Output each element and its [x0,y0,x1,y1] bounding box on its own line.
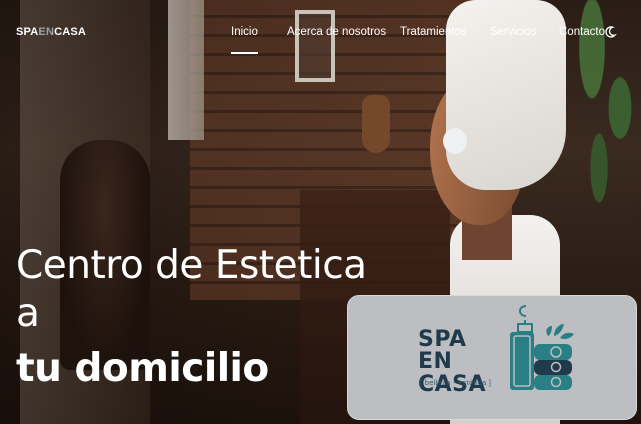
moon-icon[interactable] [603,25,617,39]
woman-eye-patch [443,128,467,154]
logo-tagline: [ belleza - estética ] [420,378,492,387]
nav-item-inicio[interactable]: Inicio [231,26,258,54]
hero-headline: Centro de Estetica a tu domicilio [16,242,376,400]
main-menu: Inicio Acerca de nosotros Tratamientos S… [0,26,641,54]
stacked-towels-logo-icon [510,305,574,390]
logo-wordmark-line1: SPA EN [418,327,467,374]
nav-item-tratamientos[interactable]: Tratamientos [400,26,467,38]
nav-item-contacto[interactable]: Contacto [559,26,605,38]
nav-item-acerca-de-nosotros[interactable]: Acerca de nosotros [287,26,386,38]
spa-en-casa-logo-card: SPA EN CASA [ belleza - estética ] [347,295,637,420]
top-navigation: SPAENCASA Inicio Acerca de nosotros Trat… [0,0,641,60]
background-vase [362,95,390,153]
hero-headline-line1: Centro de Estetica a [16,243,367,336]
nav-item-servicios[interactable]: Servicios [490,26,537,38]
hero-headline-line2: tu domicilio [16,346,269,391]
